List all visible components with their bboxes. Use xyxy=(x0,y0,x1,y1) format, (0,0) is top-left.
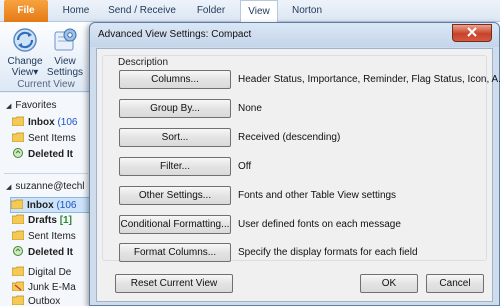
dialog-title-bar[interactable]: Advanced View Settings: Compact xyxy=(90,23,499,47)
nav-item-sent-items[interactable]: Sent Items xyxy=(12,229,92,245)
nav-item-digital-de[interactable]: Digital De xyxy=(12,265,92,281)
conditional-formatting-button[interactable]: Conditional Formatting... xyxy=(119,215,231,234)
view-settings-button[interactable]: View Settings xyxy=(45,26,85,78)
view-settings-label: View Settings xyxy=(46,56,84,78)
deleted-items-icon xyxy=(12,245,24,256)
format-columns-value: Specify the display formats for each fie… xyxy=(238,247,418,258)
group-by-value: None xyxy=(238,103,262,114)
filter-value: Off xyxy=(238,161,252,172)
outbox-folder-icon xyxy=(12,295,25,306)
nav-item-label: Inbox xyxy=(28,117,55,128)
account-header-label: suzanne@techl xyxy=(15,181,85,192)
other-settings-value: Fonts and other Table View settings xyxy=(238,190,397,201)
other-settings-button[interactable]: Other Settings... xyxy=(119,186,231,205)
folder-icon xyxy=(12,266,25,277)
nav-item-deleted-items[interactable]: Deleted It xyxy=(12,245,92,261)
cancel-button[interactable]: Cancel xyxy=(426,274,484,293)
nav-item-label: Outbox xyxy=(28,296,61,306)
nav-item-label: Inbox xyxy=(27,200,54,211)
nav-item-label: Deleted It xyxy=(28,247,74,258)
current-view-group-label: Current View xyxy=(17,79,75,90)
change-view-button[interactable]: Change View▾ xyxy=(5,26,45,78)
tab-home[interactable]: Home xyxy=(54,0,98,22)
conditional-formatting-value: User defined fonts on each message xyxy=(238,219,401,230)
nav-item-outbox[interactable]: Outbox xyxy=(12,294,92,306)
ribbon-tab-bar: File Home Send / Receive Folder View Nor… xyxy=(0,0,500,23)
nav-item-favorites-inbox[interactable]: Inbox (106 xyxy=(12,115,92,131)
favorites-header[interactable]: ◢ Favorites xyxy=(0,98,92,114)
filter-button[interactable]: Filter... xyxy=(119,157,231,176)
dialog-title: Advanced View Settings: Compact xyxy=(98,29,252,40)
collapse-triangle-icon: ◢ xyxy=(6,103,12,110)
change-view-dropdown-icon: ▾ xyxy=(33,67,39,78)
ok-button[interactable]: OK xyxy=(360,274,418,293)
sort-button[interactable]: Sort... xyxy=(119,128,231,147)
unread-count: (106 xyxy=(57,117,78,128)
navigation-pane: ◢ Favorites Inbox (106 Sent Items Deleted… xyxy=(0,93,92,306)
nav-item-inbox[interactable]: Inbox (106 xyxy=(10,197,92,213)
nav-item-label: Digital De xyxy=(28,267,72,278)
tab-file[interactable]: File xyxy=(4,0,48,22)
junk-folder-icon xyxy=(12,281,25,292)
sent-folder-icon xyxy=(12,132,25,143)
change-view-icon xyxy=(11,26,39,54)
nav-divider xyxy=(4,173,88,174)
view-settings-icon xyxy=(51,26,79,54)
nav-item-drafts[interactable]: Drafts [1] xyxy=(12,213,92,229)
tab-send-receive[interactable]: Send / Receive xyxy=(104,0,180,22)
sent-folder-icon xyxy=(12,230,25,241)
dialog-client-area: Description Columns... Header Status, Im… xyxy=(96,48,500,302)
close-button[interactable] xyxy=(452,24,492,42)
unread-count: (106 xyxy=(56,200,77,211)
columns-value: Header Status, Importance, Reminder, Fla… xyxy=(238,74,500,85)
nav-item-label: Drafts xyxy=(28,215,57,226)
deleted-items-icon xyxy=(12,147,24,158)
inbox-folder-icon xyxy=(11,199,24,210)
description-groupbox: Description Columns... Header Status, Im… xyxy=(102,55,500,262)
description-label: Description xyxy=(115,57,172,68)
tab-folder[interactable]: Folder xyxy=(186,0,236,22)
draft-count: [1] xyxy=(59,215,72,226)
tab-norton[interactable]: Norton xyxy=(284,0,330,22)
columns-button[interactable]: Columns... xyxy=(119,70,231,89)
collapse-triangle-icon: ◢ xyxy=(6,184,12,191)
sort-value: Received (descending) xyxy=(238,132,341,143)
format-columns-button[interactable]: Format Columns... xyxy=(119,243,231,262)
group-by-button[interactable]: Group By... xyxy=(119,99,231,118)
nav-item-label: Junk E-Ma xyxy=(28,282,76,293)
account-header[interactable]: ◢ suzanne@techl xyxy=(0,179,92,195)
advanced-view-settings-dialog: Advanced View Settings: Compact Descript… xyxy=(89,22,500,306)
drafts-folder-icon xyxy=(12,214,25,225)
nav-item-label: Deleted It xyxy=(28,149,74,160)
nav-item-label: Sent Items xyxy=(28,231,76,242)
nav-item-favorites-sent-items[interactable]: Sent Items xyxy=(12,131,92,147)
inbox-folder-icon xyxy=(12,116,25,127)
favorites-header-label: Favorites xyxy=(15,100,57,111)
tab-view[interactable]: View xyxy=(240,0,278,23)
close-icon xyxy=(467,26,477,40)
reset-current-view-button[interactable]: Reset Current View xyxy=(115,274,233,293)
nav-item-label: Sent Items xyxy=(28,133,76,144)
nav-item-favorites-deleted-items[interactable]: Deleted It xyxy=(12,147,92,163)
